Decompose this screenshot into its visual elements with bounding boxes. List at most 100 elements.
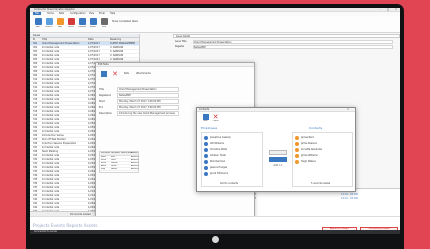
- issue-id: 308: [33, 70, 38, 73]
- dialog-cancel-button[interactable]: ✕: [110, 71, 120, 81]
- issue-id: 331: [33, 162, 38, 165]
- list-item-label: Jacob Fitzmorris: [210, 172, 229, 175]
- print-icon: [100, 18, 108, 25]
- delete-button[interactable]: Delete: [66, 18, 76, 30]
- issue-id: 316: [33, 102, 38, 105]
- issue-id: 304: [33, 54, 38, 57]
- menu-file[interactable]: File: [33, 12, 41, 15]
- list-item[interactable]: Addison Todds: [204, 153, 260, 158]
- menu-configuration[interactable]: Configuration: [70, 12, 86, 15]
- attendee-cell: Hugh: [101, 168, 106, 170]
- list-item[interactable]: Alfi Williams: [204, 141, 260, 146]
- issue-id: 328: [33, 150, 38, 153]
- issue-id: 329: [33, 154, 38, 157]
- issue-id: 301: [33, 42, 38, 45]
- menu-view[interactable]: View: [89, 12, 94, 15]
- attendee-row[interactable]: Hugh Watson Address 5: [100, 168, 139, 171]
- refresh-button[interactable]: Refresh: [44, 18, 54, 30]
- col-raised-by[interactable]: Raised by: [110, 38, 121, 41]
- issue-id: 315: [33, 98, 38, 101]
- issue-date: 1/27/2017: [88, 58, 100, 61]
- show-completed-checkbox[interactable]: Show completed tasks: [112, 20, 138, 23]
- list-item[interactable]: James Reid: [295, 135, 351, 140]
- issue-id: 314: [33, 94, 38, 97]
- attendees-table: First name Last name Date of birth Address …: [99, 151, 139, 173]
- list-item-label: Josephine Cassidy: [210, 136, 231, 139]
- attendee-col[interactable]: First name: [101, 152, 110, 155]
- attendee-col[interactable]: Last name: [111, 152, 120, 155]
- remove-contact-button[interactable]: << Remove: [269, 157, 287, 173]
- tab-note[interactable]: Note: [124, 72, 129, 75]
- person-icon: [295, 147, 299, 152]
- columns-button[interactable]: Columns: [77, 18, 87, 30]
- list-item[interactable]: Jessica Hodges: [204, 165, 260, 170]
- issue-title: Incidental note: [42, 66, 60, 69]
- issue-title: Incidental note: [42, 106, 60, 109]
- issue-id: 309: [33, 74, 38, 77]
- issues-pane-title: Issues: [33, 34, 41, 37]
- attendees-rows: James Reid Address 1 Sarah Porter Address 2 Em…: [100, 156, 139, 171]
- list-item[interactable]: Josephine Cassidy: [204, 135, 260, 140]
- menu-email[interactable]: Email: [99, 12, 105, 15]
- refresh-icon: [45, 18, 53, 25]
- tab-attachments[interactable]: Attachments: [136, 72, 151, 75]
- issue-title: Incidental note: [42, 198, 60, 201]
- contacts-save-button[interactable]: Save: [201, 114, 210, 124]
- list-item[interactable]: Jamie Williams: [295, 153, 351, 158]
- issue-id: 318: [33, 110, 38, 113]
- close-icon[interactable]: ×: [347, 108, 349, 111]
- col-date[interactable]: Date: [88, 38, 94, 41]
- issue-title: Incidental note: [42, 82, 60, 85]
- note-field-value[interactable]: Monday, March 27 2017 3:00:00 PM: [117, 105, 179, 110]
- edit-note-title: Edit Note: [98, 63, 109, 66]
- menu-help[interactable]: Help: [110, 12, 115, 15]
- col-id[interactable]: ID: [33, 38, 35, 41]
- issue-id: 305: [33, 58, 38, 61]
- list-item-label: James Reid: [301, 136, 314, 139]
- list-item-label: Jamie Pearson: [301, 142, 318, 145]
- note-field-value[interactable]: Client Management Presentation: [117, 87, 179, 92]
- issue-id: 302: [33, 46, 38, 49]
- issue-title: Induction Session Preparation: [42, 142, 77, 145]
- menu-note[interactable]: Note: [59, 12, 64, 15]
- list-item[interactable]: Annette Alexander: [295, 147, 351, 152]
- contacts-cancel-button[interactable]: ✕ Cancel: [211, 114, 220, 124]
- list-item-label: Alfi Williams: [210, 142, 225, 145]
- list-item-label: Hugh Watson: [301, 160, 317, 163]
- issue-id: 324: [33, 134, 38, 137]
- export-button[interactable]: Export: [88, 18, 98, 30]
- list-item[interactable]: Hugh Watson: [295, 159, 351, 164]
- note-field-value[interactable]: Notes/BIM: [117, 93, 179, 98]
- issue-by: V. DAWSON: [110, 54, 124, 57]
- list-item[interactable]: Christine Wade: [204, 147, 260, 152]
- module-tabs[interactable]: Projects Events Reports Assets: [33, 223, 97, 228]
- issue-title: Incidental note: [42, 90, 60, 93]
- person-icon: [295, 135, 299, 140]
- issue-id: 326: [33, 142, 38, 145]
- note-field: Title Client Management Presentation: [99, 87, 249, 92]
- list-item[interactable]: Jacob Fitzmorris: [204, 171, 260, 176]
- col-title[interactable]: Title: [42, 38, 47, 41]
- issue-title: Client Management Presentation: [42, 42, 80, 45]
- issue-id: 303: [33, 50, 38, 53]
- list-item[interactable]: Rick Ramirez: [204, 159, 260, 164]
- list-item[interactable]: Jamie Pearson: [295, 141, 351, 146]
- window-title: Contractor Sheet Variation Register: [34, 8, 75, 11]
- save-button[interactable]: Save: [33, 18, 43, 30]
- dialog-save-button[interactable]: [99, 71, 109, 81]
- note-field-value[interactable]: Introducing the new Client Management pr…: [117, 111, 179, 116]
- attendee-col[interactable]: Address: [131, 152, 138, 155]
- note-field-label: Description: [99, 112, 113, 115]
- issue-title: Incidental note: [42, 194, 60, 197]
- issue-date: 1/27/2017: [88, 54, 100, 57]
- menu-home[interactable]: Home: [47, 12, 54, 15]
- columns-icon: [78, 18, 86, 25]
- add-button[interactable]: Add: [55, 18, 65, 30]
- add-icon: [56, 18, 64, 25]
- issue-id: 311: [33, 82, 38, 85]
- add-contact-button[interactable]: Add >>: [269, 150, 287, 167]
- print-button[interactable]: Print: [99, 18, 109, 30]
- issue-title: Kick-off Task Started: [42, 138, 66, 141]
- issue-id: 319: [33, 114, 38, 117]
- note-field-value[interactable]: Monday, March 27 2017 1:00:00 PM: [117, 99, 179, 104]
